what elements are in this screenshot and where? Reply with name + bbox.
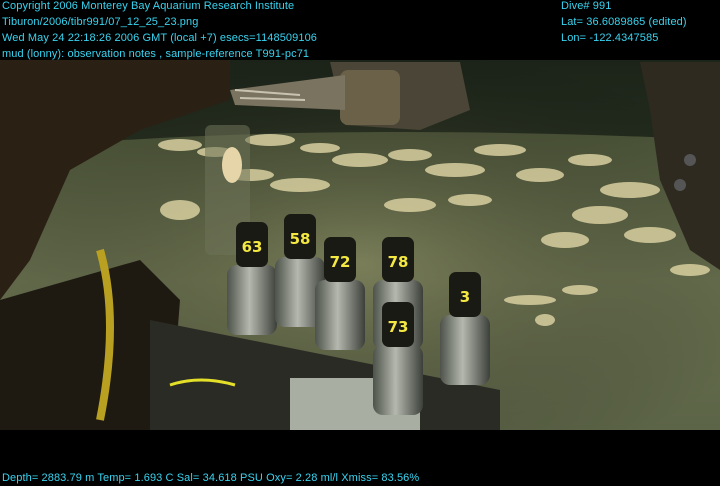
video-frame: 63 58 72 78 3 73 Copyright 2006 Monterey Bay … bbox=[0, 0, 720, 486]
copyright-text: Copyright 2006 Monterey Bay Aquarium Res… bbox=[2, 0, 295, 12]
core-label: 73 bbox=[388, 318, 409, 336]
core-label: 58 bbox=[290, 230, 311, 248]
image-path-text: Tiburon/2006/tibr991/07_12_25_23.png bbox=[2, 16, 199, 28]
core-label: 3 bbox=[460, 288, 470, 306]
notes-text: mud (lonny): observation notes , sample-… bbox=[2, 48, 310, 60]
longitude-text: Lon= -122.4347585 bbox=[561, 32, 659, 44]
latitude-text: Lat= 36.6089865 (edited) bbox=[561, 16, 687, 28]
sensor-readout-text: Depth= 2883.79 m Temp= 1.693 C Sal= 34.6… bbox=[2, 472, 420, 484]
dive-number-text: Dive# 991 bbox=[561, 0, 612, 12]
seafloor-scene: 63 58 72 78 3 73 bbox=[0, 0, 720, 486]
core-label: 72 bbox=[330, 253, 351, 271]
core-label: 63 bbox=[242, 238, 263, 256]
core-label: 78 bbox=[388, 253, 409, 271]
timestamp-text: Wed May 24 22:18:26 2006 GMT (local +7) … bbox=[2, 32, 318, 44]
